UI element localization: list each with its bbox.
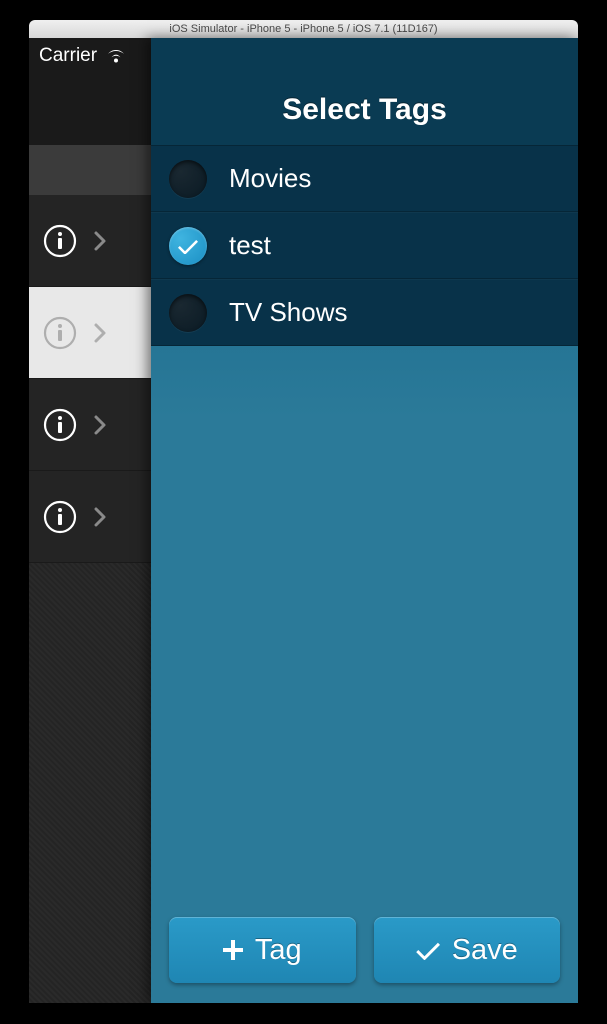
chevron-right-icon bbox=[93, 414, 107, 436]
panel-title: Select Tags bbox=[282, 93, 447, 127]
info-icon[interactable] bbox=[43, 224, 77, 258]
chevron-right-icon bbox=[93, 230, 107, 252]
chevron-right-icon bbox=[93, 506, 107, 528]
info-icon[interactable] bbox=[43, 408, 77, 442]
info-icon[interactable] bbox=[43, 500, 77, 534]
device-screen: Carrier 5:43 PM Select Tags MoviestestTV… bbox=[29, 38, 578, 1003]
panel-header: Select Tags bbox=[151, 38, 578, 145]
info-icon[interactable] bbox=[43, 316, 77, 350]
add-tag-label: Tag bbox=[255, 934, 302, 967]
tag-label: Movies bbox=[229, 163, 311, 194]
plus-icon bbox=[223, 940, 243, 960]
tag-row[interactable]: TV Shows bbox=[151, 279, 578, 346]
select-tags-panel: Select Tags Movies test TV Shows Tag Save bbox=[151, 38, 578, 1003]
panel-footer: Tag Save bbox=[151, 903, 578, 1003]
save-button[interactable]: Save bbox=[374, 917, 561, 983]
tag-checkbox[interactable] bbox=[169, 294, 207, 332]
add-tag-button[interactable]: Tag bbox=[169, 917, 356, 983]
simulator-title: iOS Simulator - iPhone 5 - iPhone 5 / iO… bbox=[169, 23, 437, 35]
tag-label: test bbox=[229, 230, 271, 261]
tag-label: TV Shows bbox=[229, 297, 348, 328]
check-icon bbox=[416, 940, 440, 960]
carrier-label: Carrier bbox=[39, 45, 97, 67]
simulator-titlebar: iOS Simulator - iPhone 5 - iPhone 5 / iO… bbox=[29, 20, 578, 38]
tag-checkbox[interactable] bbox=[169, 160, 207, 198]
tag-row[interactable]: Movies bbox=[151, 145, 578, 212]
chevron-right-icon bbox=[93, 322, 107, 344]
tag-list: Movies test TV Shows bbox=[151, 145, 578, 346]
tag-checkbox[interactable] bbox=[169, 227, 207, 265]
save-label: Save bbox=[452, 934, 518, 967]
tag-row[interactable]: test bbox=[151, 212, 578, 279]
wifi-icon bbox=[105, 48, 127, 64]
